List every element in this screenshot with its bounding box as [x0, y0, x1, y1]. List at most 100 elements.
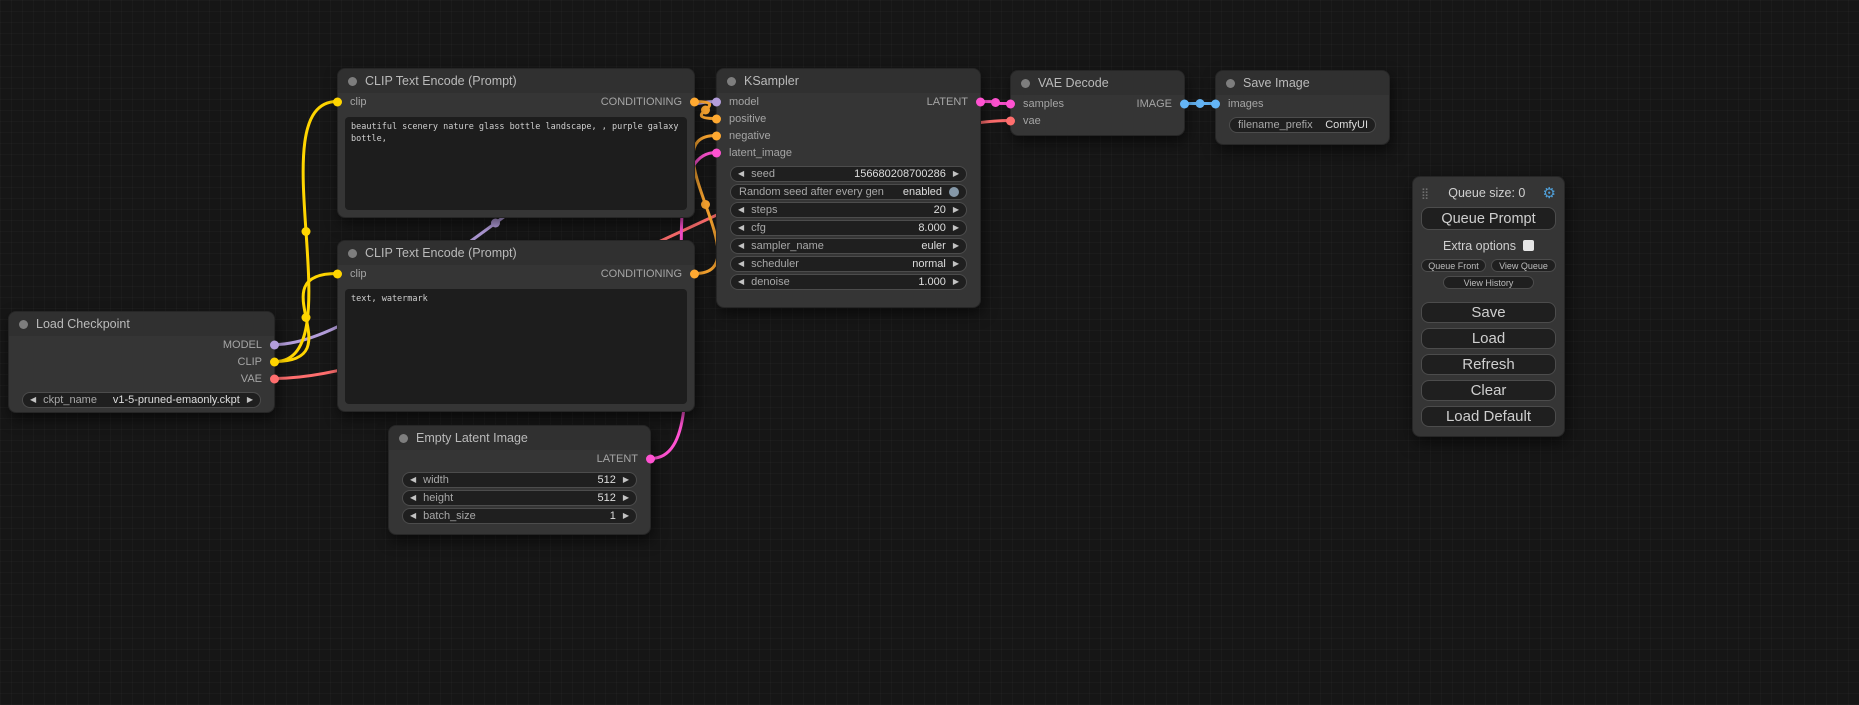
increment-icon[interactable]: ▶	[623, 494, 629, 502]
output-slot-latent: LATENT	[389, 450, 650, 467]
node-clip-text-encode-negative[interactable]: CLIP Text Encode (Prompt) clip CONDITION…	[337, 240, 695, 412]
input-slot-label: negative	[729, 130, 771, 142]
queue-actions-row: Queue Front View Queue	[1421, 259, 1556, 272]
input-dot-samples[interactable]	[1006, 99, 1015, 108]
decrement-icon[interactable]: ◀	[738, 170, 744, 178]
widget-filename-prefix[interactable]: filename_prefix ComfyUI	[1229, 117, 1376, 133]
node-title-bar[interactable]: CLIP Text Encode (Prompt)	[338, 69, 694, 93]
increment-icon[interactable]: ▶	[953, 260, 959, 268]
increment-icon[interactable]: ▶	[623, 476, 629, 484]
drag-handle-icon[interactable]: ⣿	[1421, 187, 1429, 200]
collapse-dot[interactable]	[399, 434, 408, 443]
input-dot-clip[interactable]	[333, 97, 342, 106]
increment-icon[interactable]: ▶	[953, 242, 959, 250]
node-save-image[interactable]: Save Image images filename_prefix ComfyU…	[1215, 70, 1390, 145]
widget-sampler-name[interactable]: ◀ sampler_name euler ▶	[730, 238, 967, 254]
input-dot-clip[interactable]	[333, 269, 342, 278]
decrement-icon[interactable]: ◀	[738, 224, 744, 232]
collapse-dot[interactable]	[19, 320, 28, 329]
widget-value: 156680208700286	[854, 168, 946, 180]
queue-front-button[interactable]: Queue Front	[1421, 259, 1486, 272]
node-title-bar[interactable]: KSampler	[717, 69, 980, 93]
decrement-icon[interactable]: ◀	[738, 260, 744, 268]
load-button[interactable]: Load	[1421, 328, 1556, 349]
prompt-textarea[interactable]: beautiful scenery nature glass bottle la…	[345, 117, 687, 210]
decrement-icon[interactable]: ◀	[738, 206, 744, 214]
node-clip-text-encode-positive[interactable]: CLIP Text Encode (Prompt) clip CONDITION…	[337, 68, 695, 218]
output-dot-model[interactable]	[270, 340, 279, 349]
output-dot-clip[interactable]	[270, 357, 279, 366]
input-dot-model[interactable]	[712, 97, 721, 106]
node-title-bar[interactable]: Save Image	[1216, 71, 1389, 95]
node-vae-decode[interactable]: VAE Decode samples IMAGE vae	[1010, 70, 1185, 136]
refresh-button[interactable]: Refresh	[1421, 354, 1556, 375]
decrement-icon[interactable]: ◀	[410, 512, 416, 520]
widget-height[interactable]: ◀ height 512 ▶	[402, 490, 637, 506]
widget-value: 1.000	[918, 276, 946, 288]
node-empty-latent-image[interactable]: Empty Latent Image LATENT ◀ width 512 ▶ …	[388, 425, 651, 535]
node-load-checkpoint[interactable]: Load Checkpoint MODEL CLIP VAE ◀ ckpt_na…	[8, 311, 275, 413]
clear-button[interactable]: Clear	[1421, 380, 1556, 401]
increment-icon[interactable]: ▶	[953, 206, 959, 214]
decrement-icon[interactable]: ◀	[738, 242, 744, 250]
increment-icon[interactable]: ▶	[623, 512, 629, 520]
widget-cfg[interactable]: ◀ cfg 8.000 ▶	[730, 220, 967, 236]
widget-steps[interactable]: ◀ steps 20 ▶	[730, 202, 967, 218]
output-dot-latent[interactable]	[646, 454, 655, 463]
view-history-button[interactable]: View History	[1443, 276, 1535, 289]
widget-value: ComfyUI	[1325, 119, 1368, 131]
input-dot-negative[interactable]	[712, 131, 721, 140]
increment-icon[interactable]: ▶	[953, 224, 959, 232]
decrement-icon[interactable]: ◀	[410, 476, 416, 484]
wire-checkpoint-clip-to-positive-prompt	[275, 102, 337, 362]
output-dot-conditioning[interactable]	[690, 97, 699, 106]
collapse-dot[interactable]	[348, 77, 357, 86]
toggle-indicator[interactable]	[949, 187, 959, 197]
wire-midpoint-dot	[701, 106, 710, 115]
settings-gear-icon[interactable]: ⚙	[1543, 184, 1556, 202]
node-title-bar[interactable]: Load Checkpoint	[9, 312, 274, 336]
input-dot-images[interactable]	[1211, 99, 1220, 108]
input-dot-positive[interactable]	[712, 114, 721, 123]
input-dot-latent-image[interactable]	[712, 148, 721, 157]
increment-icon[interactable]: ▶	[953, 170, 959, 178]
output-dot-latent[interactable]	[976, 97, 985, 106]
widget-label: Random seed after every gen	[739, 186, 884, 198]
widget-ckpt-name[interactable]: ◀ ckpt_name v1-5-pruned-emaonly.ckpt ▶	[22, 392, 261, 408]
input-slot-label: images	[1228, 98, 1263, 110]
node-graph-canvas[interactable]: Load Checkpoint MODEL CLIP VAE ◀ ckpt_na…	[0, 0, 1859, 705]
collapse-dot[interactable]	[1226, 79, 1235, 88]
widget-random-seed-toggle[interactable]: Random seed after every gen enabled	[730, 184, 967, 200]
decrement-icon[interactable]: ◀	[410, 494, 416, 502]
extra-options-checkbox[interactable]	[1523, 240, 1534, 251]
node-title-bar[interactable]: VAE Decode	[1011, 71, 1184, 95]
collapse-dot[interactable]	[727, 77, 736, 86]
increment-icon[interactable]: ▶	[953, 278, 959, 286]
node-ksampler[interactable]: KSampler model LATENT positive negative …	[716, 68, 981, 308]
collapse-dot[interactable]	[348, 249, 357, 258]
prompt-textarea[interactable]: text, watermark	[345, 289, 687, 404]
node-title-bar[interactable]: CLIP Text Encode (Prompt)	[338, 241, 694, 265]
widget-width[interactable]: ◀ width 512 ▶	[402, 472, 637, 488]
output-dot-vae[interactable]	[270, 374, 279, 383]
wire-midpoint-dot	[302, 227, 311, 236]
collapse-dot[interactable]	[1021, 79, 1030, 88]
queue-prompt-button[interactable]: Queue Prompt	[1421, 207, 1556, 230]
widget-seed[interactable]: ◀ seed 156680208700286 ▶	[730, 166, 967, 182]
widget-batch-size[interactable]: ◀ batch_size 1 ▶	[402, 508, 637, 524]
input-dot-vae[interactable]	[1006, 116, 1015, 125]
increment-icon[interactable]: ▶	[247, 396, 253, 404]
save-button[interactable]: Save	[1421, 302, 1556, 323]
widget-denoise[interactable]: ◀ denoise 1.000 ▶	[730, 274, 967, 290]
output-dot-image[interactable]	[1180, 99, 1189, 108]
view-queue-button[interactable]: View Queue	[1491, 259, 1556, 272]
load-default-button[interactable]: Load Default	[1421, 406, 1556, 427]
node-title-bar[interactable]: Empty Latent Image	[389, 426, 650, 450]
extra-options-label: Extra options	[1443, 239, 1516, 253]
output-slot-label: VAE	[241, 373, 262, 385]
decrement-icon[interactable]: ◀	[738, 278, 744, 286]
widget-scheduler[interactable]: ◀ scheduler normal ▶	[730, 256, 967, 272]
output-dot-conditioning[interactable]	[690, 269, 699, 278]
decrement-icon[interactable]: ◀	[30, 396, 36, 404]
output-slot-label: CONDITIONING	[601, 96, 682, 108]
